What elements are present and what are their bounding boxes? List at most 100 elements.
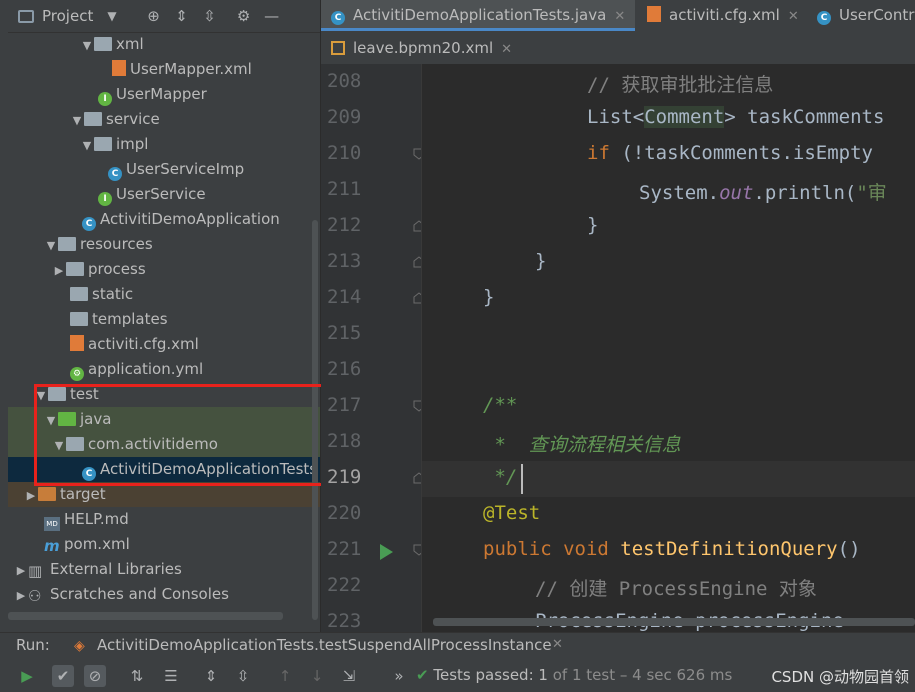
tree-item-impl[interactable]: ▼ impl [8, 132, 320, 157]
run-test-icon[interactable] [380, 544, 393, 560]
check-icon: ✔ [416, 666, 429, 684]
previous-failed-icon[interactable]: ↑ [274, 665, 296, 687]
line-number: 213 [327, 250, 362, 272]
folder-icon [94, 37, 112, 51]
chevron-down-icon[interactable]: ▼ [80, 33, 94, 58]
watermark: CSDN @动物园首领 [771, 668, 909, 686]
folder-icon [70, 312, 88, 326]
project-header: Project ▼ ⊕ ⇕ ⇳ ⚙ — [8, 0, 320, 33]
tree-item-external-libraries[interactable]: ▶ ▥ External Libraries [8, 557, 320, 582]
gear-icon[interactable]: ⚙ [233, 7, 255, 25]
expand-all-icon[interactable]: ⇕ [200, 665, 222, 687]
chevron-down-icon[interactable]: ▼ [70, 108, 84, 133]
close-icon[interactable]: ✕ [614, 9, 625, 24]
interface-icon: I [98, 92, 112, 106]
chevron-down-icon[interactable]: ▼ [80, 133, 94, 158]
line-number: 220 [327, 502, 362, 524]
tab-usercontroller[interactable]: C UserContr [807, 0, 915, 31]
rerun-icon[interactable]: ▶ [16, 665, 38, 687]
sort-alpha-icon[interactable]: ⇅ [126, 665, 148, 687]
close-icon[interactable]: ✕ [501, 42, 512, 57]
tree-horizontal-scrollbar[interactable] [8, 612, 283, 620]
editor-tab-bar: C ActivitiDemoApplicationTests.java ✕ acti… [321, 0, 915, 64]
code-line-219: */ [483, 466, 518, 488]
class-icon: C [331, 11, 345, 25]
tree-item-static[interactable]: static [8, 282, 320, 307]
folder-icon [70, 287, 88, 301]
line-number: 217 [327, 394, 362, 416]
show-ignored-icon[interactable]: ⊘ [84, 665, 106, 687]
code-line-211: System.out.println("审 [639, 182, 887, 204]
code-line-218: * 查询流程相关信息 [483, 434, 681, 456]
code-line-213: } [535, 250, 547, 272]
excluded-folder-icon [38, 487, 56, 501]
tree-item-scratches[interactable]: ▶ ⚇ Scratches and Consoles [8, 582, 320, 607]
chevron-right-icon[interactable]: ▶ [14, 558, 28, 583]
tree-item-usermapper[interactable]: I UserMapper [8, 82, 320, 107]
chevron-down-icon[interactable]: ▼ [44, 233, 58, 258]
export-icon[interactable]: ⇲ [338, 665, 360, 687]
tree-item-userserviceimp[interactable]: C UserServiceImp [8, 157, 320, 182]
tree-item-service[interactable]: ▼ service [8, 107, 320, 132]
project-title[interactable]: Project [42, 7, 93, 25]
run-label: Run: [16, 636, 50, 654]
tree-item-help-md[interactable]: MD HELP.md [8, 507, 320, 532]
chevron-right-icon[interactable]: ▶ [52, 258, 66, 283]
xml-file-icon [647, 6, 661, 22]
line-number: 212 [327, 214, 362, 236]
tree-item-xml[interactable]: ▼ xml [8, 32, 320, 57]
editor-horizontal-scrollbar[interactable] [433, 618, 915, 626]
folder-icon [66, 262, 84, 276]
tree-item-activitidemoapplication[interactable]: C ActivitiDemoApplication [8, 207, 320, 232]
code-line-220: @Test [483, 502, 541, 524]
run-panel-header: Run: ◈ ActivitiDemoApplicationTests.test… [0, 632, 915, 661]
chevron-right-icon[interactable]: ▶ [24, 483, 38, 508]
expand-all-icon[interactable]: ⇕ [171, 7, 193, 25]
line-number: 211 [327, 178, 362, 200]
close-icon[interactable]: ✕ [552, 637, 563, 652]
tree-item-activiti-cfg-xml[interactable]: activiti.cfg.xml [8, 332, 320, 357]
more-icon[interactable]: » [388, 665, 410, 687]
tree-item-templates[interactable]: templates [8, 307, 320, 332]
collapse-all-icon[interactable]: ⇳ [199, 7, 221, 25]
code-line-214: } [483, 286, 495, 308]
show-passed-icon[interactable]: ✔ [52, 665, 74, 687]
tree-item-resources[interactable]: ▼ resources [8, 232, 320, 257]
minimize-icon[interactable]: — [261, 7, 283, 25]
locate-icon[interactable]: ⊕ [143, 7, 165, 25]
close-icon[interactable]: ✕ [788, 9, 799, 24]
line-number: 218 [327, 430, 362, 452]
line-number: 222 [327, 574, 362, 596]
code-line-221: public void testDefinitionQuery() [483, 538, 861, 560]
editor-gutter: 208 209 210 211 212 213 214 215 216 217 … [321, 64, 425, 632]
line-number: 215 [327, 322, 362, 344]
run-config-tab[interactable]: ActivitiDemoApplicationTests.testSuspend… [97, 636, 552, 654]
scratches-icon: ⚇ [28, 587, 42, 605]
class-icon: C [108, 167, 122, 181]
highlight-annotation-box [34, 384, 356, 486]
collapse-all-icon[interactable]: ⇳ [232, 665, 254, 687]
test-status: ✔ Tests passed: 1 of 1 test – 4 sec 626 … [416, 666, 733, 684]
tree-item-userservice[interactable]: I UserService [8, 182, 320, 207]
tab-leave-bpmn20-xml[interactable]: leave.bpmn20.xml ✕ [321, 33, 521, 64]
line-number: 210 [327, 142, 362, 164]
tree-item-usermapper-xml[interactable]: UserMapper.xml [8, 57, 320, 82]
next-failed-icon[interactable]: ↓ [306, 665, 328, 687]
code-line-217: /** [483, 394, 518, 416]
tab-activiti-cfg-xml[interactable]: activiti.cfg.xml ✕ [637, 0, 811, 31]
tree-item-pom-xml[interactable]: m pom.xml [8, 532, 320, 557]
project-view-icon[interactable] [18, 9, 34, 23]
code-line-210: if (!taskComments.isEmpty [587, 142, 873, 164]
tab-activitidemoapplicationtests[interactable]: C ActivitiDemoApplicationTests.java ✕ [321, 0, 635, 31]
tree-item-process[interactable]: ▶ process [8, 257, 320, 282]
code-editor[interactable]: // 获取审批批注信息 List<Comment> taskComments i… [421, 64, 915, 632]
test-config-icon: ◈ [74, 638, 85, 654]
chevron-right-icon[interactable]: ▶ [14, 583, 28, 608]
xml-file-icon [70, 335, 84, 351]
package-icon [94, 137, 112, 151]
tree-item-application-yml[interactable]: ⚙ application.yml [8, 357, 320, 382]
chevron-down-icon[interactable]: ▼ [107, 9, 116, 23]
line-number: 209 [327, 106, 362, 128]
line-number: 208 [327, 70, 362, 92]
sort-duration-icon[interactable]: ☰ [160, 665, 182, 687]
